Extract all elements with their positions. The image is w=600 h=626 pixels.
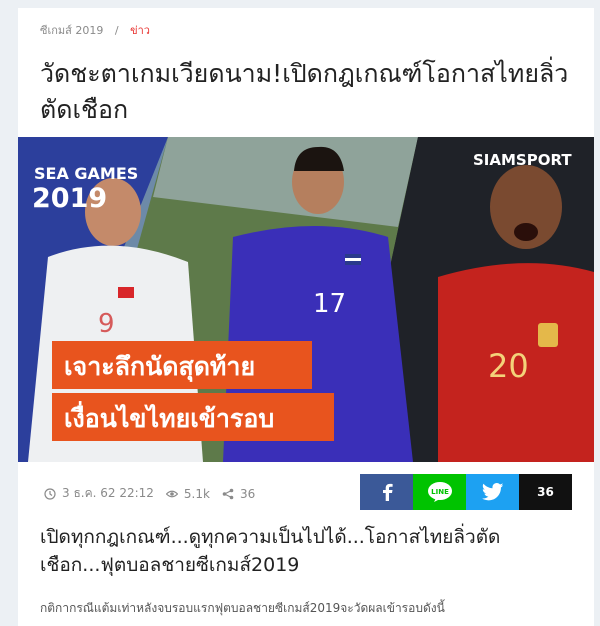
center-jersey-number: 17 xyxy=(313,289,346,319)
vietnam-flag xyxy=(118,287,134,298)
article-meta: 3 ธ.ค. 62 22:12 5.1k 36 xyxy=(44,484,267,503)
facebook-icon xyxy=(382,483,393,501)
line-icon-label: LINE xyxy=(431,488,449,496)
siamsport-brand: SIAMSPORT xyxy=(473,151,572,169)
hero-image: 9 17 20 SEA GAMES 2019 SIAMSPORT เจาะลึก… xyxy=(18,137,594,462)
meta-shares: 36 xyxy=(222,487,255,501)
article-lead: เปิดทุกกฎเกณฑ์...ดูทุกความเป็นไปได้...โอ… xyxy=(40,526,501,576)
article-body: กติกากรณีแต้มเท่าหลังจบรอบแรกฟุตบอลชายซี… xyxy=(40,601,445,615)
breadcrumb-separator: / xyxy=(114,24,119,37)
meta-views-text: 5.1k xyxy=(183,486,210,501)
article-title: วัดชะตาเกมเวียดนาม!เปิดกฎเกณฑ์โอกาสไทยลิ… xyxy=(40,59,569,124)
right-player-mouth xyxy=(514,223,538,241)
share-bar: LINE 36 xyxy=(360,474,572,510)
meta-shares-text: 36 xyxy=(239,486,256,501)
banner-bottom-text: เงื่อนไขไทยเข้ารอบ xyxy=(64,401,274,433)
breadcrumb: ซีเกมส์ 2019 / ข่าว xyxy=(40,21,150,39)
share-count: 36 xyxy=(519,474,572,510)
left-jersey-number: 9 xyxy=(98,309,115,339)
breadcrumb-current-link[interactable]: ข่าว xyxy=(130,24,150,37)
twitter-share-button[interactable] xyxy=(466,474,519,510)
indonesia-crest xyxy=(538,323,558,347)
meta-date-text: 3 ธ.ค. 62 22:12 xyxy=(62,486,154,500)
eye-icon xyxy=(165,490,178,497)
meta-views: 5.1k xyxy=(165,486,210,501)
line-icon: LINE xyxy=(427,482,452,502)
clock-icon xyxy=(44,487,56,500)
banner-top-text: เจาะลึกนัดสุดท้าย xyxy=(64,352,255,383)
article-card: ซีเกมส์ 2019 / ข่าว วัดชะตาเกมเวียดนาม!เ… xyxy=(18,8,594,626)
right-jersey-number: 20 xyxy=(488,347,529,385)
hero-illustration: 9 17 20 SEA GAMES 2019 SIAMSPORT เจาะลึก… xyxy=(18,137,594,462)
sea-games-logo-text: SEA GAMES xyxy=(34,164,138,183)
breadcrumb-section-link[interactable]: ซีเกมส์ 2019 xyxy=(40,24,103,37)
line-share-button[interactable]: LINE xyxy=(413,474,466,510)
meta-date: 3 ธ.ค. 62 22:12 xyxy=(44,484,154,503)
sea-games-logo-year: 2019 xyxy=(32,183,107,214)
share-icon xyxy=(222,488,234,499)
facebook-share-button[interactable] xyxy=(360,474,413,510)
twitter-icon xyxy=(481,483,503,501)
